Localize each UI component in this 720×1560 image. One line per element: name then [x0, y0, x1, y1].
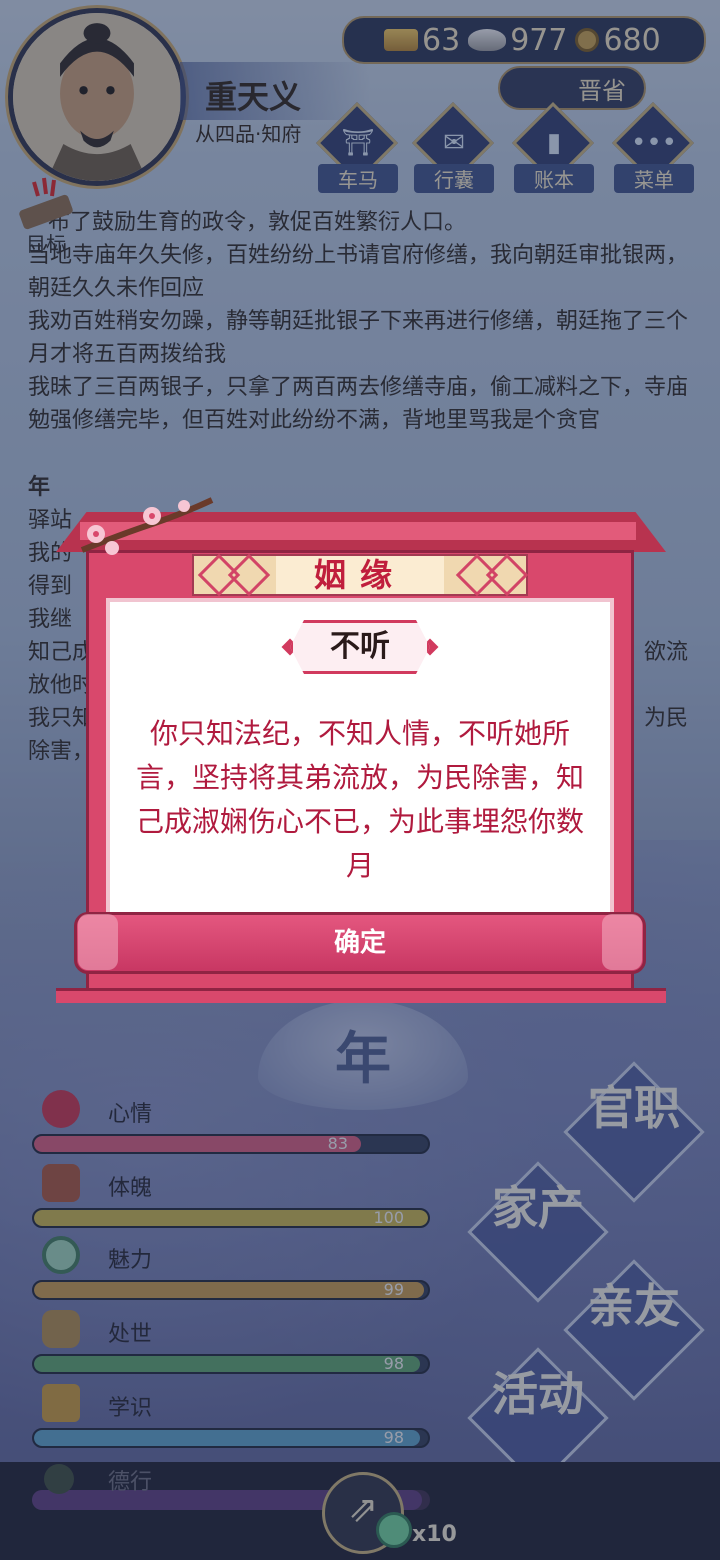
modal-base [56, 988, 666, 1003]
confirm-button[interactable]: 确定 [74, 912, 646, 974]
modal-title: 姻缘 [276, 556, 444, 594]
button-ornament-left [78, 914, 118, 970]
plum-blossom-icon [80, 497, 214, 555]
button-ornament-right [602, 914, 642, 970]
modal-message: 你只知法纪，不知人情，不听她所言，坚持将其弟流放，为民除害，知己成淑娴伤心不已，… [135, 717, 584, 882]
choice-tag: 不听 [290, 620, 430, 674]
